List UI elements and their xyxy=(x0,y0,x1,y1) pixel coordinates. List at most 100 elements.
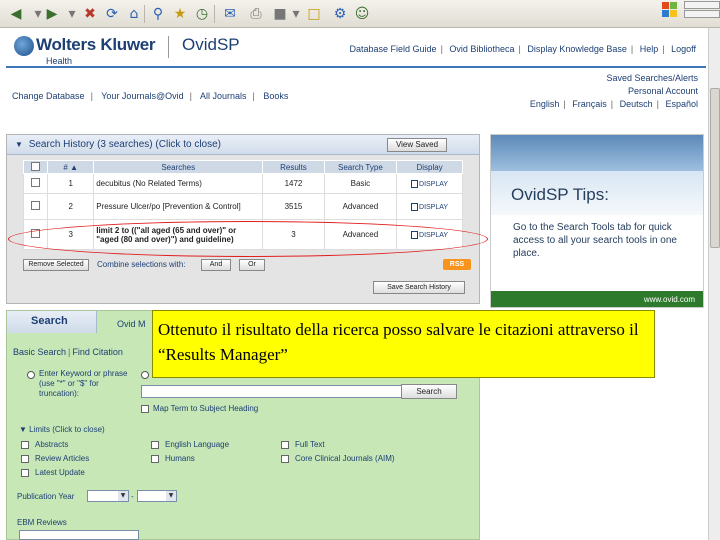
link-change-database[interactable]: Change Database xyxy=(12,91,85,101)
pub-year-label: Publication Year xyxy=(17,492,75,501)
ovidsp-tips-panel: OvidSP Tips: Go to the Search Tools tab … xyxy=(490,134,704,308)
lang-english[interactable]: English xyxy=(530,99,560,109)
search-history-title[interactable]: ▼ Search History (3 searches) (Click to … xyxy=(15,139,221,150)
alt-search-radio[interactable] xyxy=(141,371,149,379)
pub-year-from-select[interactable]: ▼ xyxy=(87,490,129,502)
link-your-journals[interactable]: Your Journals@Ovid xyxy=(101,91,183,101)
product-name: OvidSP xyxy=(182,35,240,54)
remove-selected-button[interactable]: Remove Selected xyxy=(23,259,89,271)
limit-latest-label: Latest Update xyxy=(35,468,85,477)
home-icon[interactable]: ⌂ xyxy=(124,4,144,24)
row-query: Pressure Ulcer/po [Prevention & Control] xyxy=(93,193,264,220)
table-header-row: # ▲ Searches Results Search Type Display xyxy=(22,160,463,174)
link-saved-searches[interactable]: Saved Searches/Alerts xyxy=(526,72,698,85)
limit-review-checkbox[interactable] xyxy=(21,455,29,463)
row-type: Advanced xyxy=(323,193,398,220)
print-icon[interactable]: ⎙ xyxy=(246,4,266,24)
limit-core-checkbox[interactable] xyxy=(281,455,289,463)
combine-label: Combine selections with: xyxy=(97,260,186,269)
window-controls[interactable] xyxy=(684,1,720,27)
favorites-icon[interactable]: ★ xyxy=(170,4,190,24)
tab-find-citation[interactable]: Find Citation xyxy=(72,347,123,357)
tips-banner xyxy=(491,135,703,171)
link-books[interactable]: Books xyxy=(263,91,288,101)
history-actions: Remove Selected Combine selections with:… xyxy=(23,259,471,273)
account-links: Saved Searches/Alerts Personal Account E… xyxy=(526,72,698,111)
vertical-scrollbar[interactable] xyxy=(708,28,720,540)
limit-latest-checkbox[interactable] xyxy=(21,469,29,477)
search-button[interactable]: Search xyxy=(401,384,457,399)
combine-or-button[interactable]: Or xyxy=(239,259,265,271)
chevron-down-icon[interactable]: ▾ xyxy=(286,4,306,24)
table-row: 1 decubitus (No Related Terms) 1472 Basi… xyxy=(22,173,463,194)
row-checkbox[interactable] xyxy=(31,201,41,210)
stop-icon[interactable]: ✖ xyxy=(80,4,100,24)
combine-and-button[interactable]: And xyxy=(201,259,231,271)
search-input[interactable] xyxy=(141,385,403,398)
link-field-guide[interactable]: Database Field Guide xyxy=(350,44,437,54)
folder-icon[interactable]: □ xyxy=(304,4,324,24)
chevron-down-icon[interactable]: ▾ xyxy=(62,4,82,24)
site-header: Wolters Kluwer Health OvidSP Database Fi… xyxy=(6,30,706,68)
map-term-label: Map Term to Subject Heading xyxy=(153,404,259,413)
display-link[interactable]: DISPLAY xyxy=(396,173,463,194)
view-saved-button[interactable]: View Saved xyxy=(387,138,447,152)
limit-humans-checkbox[interactable] xyxy=(151,455,159,463)
toolbar-divider xyxy=(214,5,215,23)
link-logoff[interactable]: Logoff xyxy=(671,44,696,54)
limit-english-checkbox[interactable] xyxy=(151,441,159,449)
link-personal-account[interactable]: Personal Account xyxy=(526,85,698,98)
search-icon[interactable]: ⚲ xyxy=(148,4,168,24)
history-icon[interactable]: ◷ xyxy=(192,4,212,24)
tab-ovid[interactable]: Ovid M xyxy=(117,319,146,329)
toolbar-divider xyxy=(144,5,145,23)
refresh-icon[interactable]: ⟳ xyxy=(102,4,122,24)
forward-icon[interactable]: ▶ xyxy=(42,4,62,24)
save-search-history-button[interactable]: Save Search History xyxy=(373,281,465,294)
limit-abstracts-label: Abstracts xyxy=(35,440,69,449)
limit-fulltext-label: Full Text xyxy=(295,440,325,449)
lang-french[interactable]: Français xyxy=(572,99,607,109)
chevron-down-icon: ▼ xyxy=(118,491,128,501)
lang-spanish[interactable]: Español xyxy=(665,99,698,109)
link-all-journals[interactable]: All Journals xyxy=(200,91,247,101)
collapse-arrow-icon[interactable]: ▼ xyxy=(15,140,23,149)
tab-basic-search[interactable]: Basic Search xyxy=(13,347,66,357)
pub-year-to-select[interactable]: ▼ xyxy=(137,490,177,502)
mail-icon[interactable]: ✉ xyxy=(220,4,240,24)
messenger-icon[interactable]: ☺ xyxy=(352,4,372,24)
keyword-radio[interactable] xyxy=(27,371,35,379)
scrollbar-thumb[interactable] xyxy=(710,88,720,248)
top-links: Database Field Guide | Ovid Bibliotheca | … xyxy=(349,44,697,54)
display-link[interactable]: DISPLAY xyxy=(396,193,463,220)
ebm-reviews-select[interactable] xyxy=(19,530,139,540)
tools-icon[interactable]: ⚙ xyxy=(330,4,350,24)
document-icon xyxy=(411,202,419,211)
link-bibliotheca[interactable]: Ovid Bibliotheca xyxy=(449,44,514,54)
limit-core-label: Core Clinical Journals (AIM) xyxy=(295,454,395,463)
link-help[interactable]: Help xyxy=(640,44,659,54)
select-all-header xyxy=(22,160,49,174)
limit-abstracts-checkbox[interactable] xyxy=(21,441,29,449)
database-nav: Change Database | Your Journals@Ovid | All… xyxy=(12,91,289,101)
language-links: English | Français | Deutsch | Español xyxy=(529,99,698,109)
back-icon[interactable]: ◀ xyxy=(6,4,26,24)
col-display: Display xyxy=(396,160,463,174)
map-term-checkbox[interactable] xyxy=(141,405,149,413)
row-checkbox[interactable] xyxy=(31,178,41,187)
rss-button[interactable]: RSS xyxy=(443,259,471,270)
tab-search[interactable]: Search xyxy=(7,311,97,333)
search-history-header[interactable]: ▼ Search History (3 searches) (Click to … xyxy=(7,135,479,155)
lang-german[interactable]: Deutsch xyxy=(620,99,653,109)
select-all-checkbox[interactable] xyxy=(31,161,41,171)
limit-fulltext-checkbox[interactable] xyxy=(281,441,289,449)
search-subtabs: Basic Search | Find Citation xyxy=(13,347,123,357)
link-knowledge-base[interactable]: Display Knowledge Base xyxy=(527,44,627,54)
ovid-url-link[interactable]: www.ovid.com xyxy=(644,295,695,304)
ebm-reviews-label: EBM Reviews xyxy=(17,518,67,527)
row-number: 2 xyxy=(47,193,95,220)
limits-toggle[interactable]: ▼ Limits (Click to close) xyxy=(19,425,105,435)
col-number[interactable]: # ▲ xyxy=(47,160,95,174)
browser-toolbar: ◀ ▾ ▶ ▾ ✖ ⟳ ⌂ ⚲ ★ ◷ ✉ ⎙ ■ ▾ □ ⚙ ☺ xyxy=(0,0,720,28)
chevron-down-icon: ▼ xyxy=(166,491,176,501)
